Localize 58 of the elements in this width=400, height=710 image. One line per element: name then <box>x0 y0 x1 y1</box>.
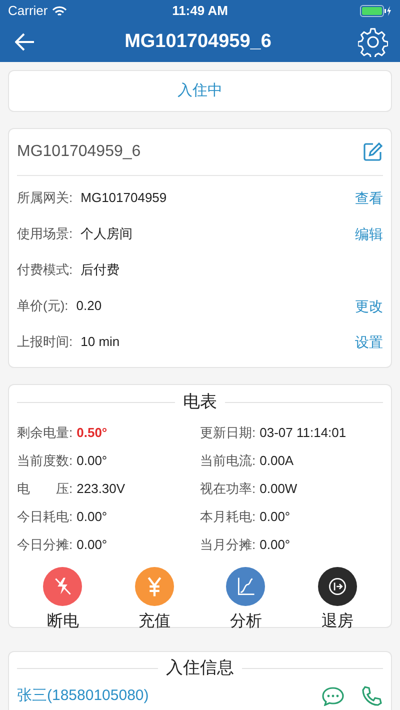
reading-value: 0.00° <box>76 508 108 526</box>
field-label: 单价(元): <box>17 297 68 316</box>
field-value: 个人房间 <box>80 225 133 244</box>
reading-label: 电 压: <box>17 480 73 498</box>
reading-label: 剩余电量: <box>17 424 73 442</box>
action-link[interactable]: 更改 <box>355 296 383 316</box>
status-button[interactable]: 入住中 <box>8 70 392 112</box>
device-name: MG101704959_6 <box>17 142 141 162</box>
checkout-button[interactable] <box>318 567 357 606</box>
action-link[interactable]: 编辑 <box>355 224 383 244</box>
field-label: 所属网关: <box>17 189 73 208</box>
field-label: 上报时间: <box>17 333 73 352</box>
action-label: 断电 <box>46 612 79 632</box>
wifi-icon <box>52 6 67 16</box>
reading-label: 今日分摊: <box>17 536 73 554</box>
reading-value: 03-07 11:14:01 <box>260 424 346 442</box>
power-off-button[interactable] <box>43 567 82 606</box>
reading-label: 视在功率: <box>200 480 256 498</box>
settings-button[interactable] <box>356 25 390 59</box>
action-link[interactable]: 设置 <box>355 332 383 352</box>
reading-value: 0.00° <box>260 536 290 554</box>
battery-icon <box>360 5 392 17</box>
action-label: 充值 <box>138 612 170 632</box>
recharge-button[interactable] <box>134 567 174 606</box>
tenant-link[interactable]: 张三(18580105080) <box>17 684 149 708</box>
field-value: 0.20 <box>76 297 102 316</box>
field-label: 付费模式: <box>17 261 73 280</box>
field-label: 使用场景: <box>17 225 73 244</box>
message-icon[interactable] <box>321 684 345 708</box>
clock: 11:49 AM <box>172 2 228 20</box>
action-label: 退房 <box>321 612 354 632</box>
reading-value: 223.30V <box>76 480 126 498</box>
reading-value: 0.50° <box>76 424 108 442</box>
carrier-label: Carrier <box>8 2 48 20</box>
page-title: MG101704959_6 <box>124 30 272 54</box>
field-value: 10 min <box>80 333 120 352</box>
reading-value: 0.00° <box>260 508 290 526</box>
back-arrow-icon <box>15 32 35 51</box>
reading-label: 更新日期: <box>200 424 256 442</box>
section-title: 入住信息 <box>166 657 234 680</box>
phone-icon[interactable] <box>361 684 383 708</box>
reading-label: 今日耗电: <box>17 508 73 526</box>
reading-label: 当前电流: <box>200 452 256 470</box>
chart-button[interactable] <box>226 567 266 606</box>
field-value: 后付费 <box>80 261 120 280</box>
field-value: MG101704959 <box>80 189 167 208</box>
reading-value: 0.00° <box>76 452 108 470</box>
reading-label: 本月耗电: <box>200 508 256 526</box>
reading-label: 当月分摊: <box>200 536 256 554</box>
edit-icon[interactable] <box>363 140 383 164</box>
action-link[interactable]: 查看 <box>355 188 383 208</box>
reading-value: 0.00° <box>76 536 108 554</box>
action-label: 分析 <box>230 612 262 632</box>
reading-value: 0.00W <box>260 480 298 498</box>
section-title: 电表 <box>183 391 217 414</box>
reading-value: 0.00A <box>260 452 294 470</box>
gear-icon <box>358 27 388 57</box>
reading-label: 当前度数: <box>17 452 73 470</box>
